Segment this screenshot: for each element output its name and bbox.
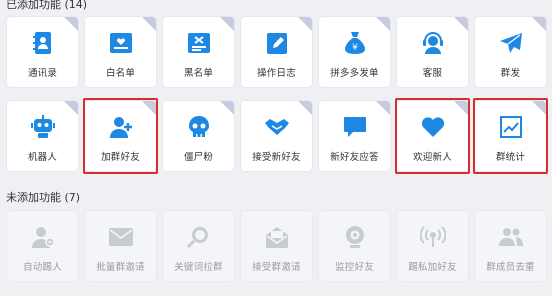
tile-label: 加群好友	[101, 152, 140, 163]
tile-label: 群成员去重	[486, 262, 535, 273]
tile-auto-kick[interactable]: 自动踢人	[7, 211, 78, 281]
tile-monitor-friends[interactable]: 监控好友	[319, 211, 390, 281]
tile-label: 通讯录	[27, 68, 58, 79]
skull-icon	[163, 114, 234, 140]
added-corner-badge	[64, 101, 78, 115]
tile-label: 踢私加好友	[408, 262, 457, 273]
tile-batch-group-invite[interactable]: 批量群邀请	[85, 211, 156, 281]
robot-icon	[7, 114, 78, 140]
heart-icon	[397, 114, 468, 140]
open-envelope-icon	[241, 224, 312, 250]
added-corner-badge	[220, 101, 234, 115]
added-corner-badge	[64, 17, 78, 31]
not-added-features-grid: 自动踢人 批量群邀请 关键词拉群 接受群邀请 监控好友 踢私加好友 群成员去重	[7, 211, 547, 296]
tile-label: 欢迎新人	[413, 152, 452, 163]
not-added-section-title: 未添加功能 (7)	[6, 191, 81, 204]
tile-label: 黑名单	[183, 68, 214, 79]
tile-label: 拼多多发单	[330, 68, 379, 79]
tile-label: 群统计	[495, 152, 526, 163]
added-corner-badge	[532, 17, 546, 31]
tile-blacklist[interactable]: 黑名单	[163, 17, 234, 87]
added-corner-badge	[376, 17, 390, 31]
webcam-icon	[319, 224, 390, 250]
tile-customer-service[interactable]: 客服	[397, 17, 468, 87]
tile-label: 操作日志	[257, 68, 296, 79]
added-corner-badge	[454, 101, 468, 115]
blacklist-card-icon	[163, 30, 234, 56]
tile-label: 新好友应答	[330, 152, 379, 163]
added-features-grid: 通讯录 白名单 黑名单 操作日志 ¥ 拼多多发单 客服 群发 机器人 加群好友 …	[7, 17, 548, 179]
tile-label: 群发	[500, 68, 521, 79]
tile-label: 关键词拉群	[174, 262, 223, 273]
added-corner-badge	[298, 17, 312, 31]
tile-label: 僵尸粉	[183, 152, 214, 163]
tile-label: 监控好友	[335, 262, 374, 273]
magnifier-icon	[163, 224, 234, 250]
tile-pinduoduo-order[interactable]: ¥ 拼多多发单	[319, 17, 390, 87]
added-corner-badge	[532, 101, 546, 115]
added-corner-badge	[298, 101, 312, 115]
tile-welcome-newcomer[interactable]: 欢迎新人	[395, 98, 470, 174]
envelope-icon	[85, 224, 156, 250]
tile-label: 自动踢人	[23, 262, 62, 273]
tile-label: 白名单	[105, 68, 136, 79]
added-corner-badge	[142, 17, 156, 31]
operation-log-pen-icon	[241, 30, 312, 56]
tile-label: 接受群邀请	[252, 262, 301, 273]
tile-label: 批量群邀请	[96, 262, 145, 273]
tile-robot[interactable]: 机器人	[7, 101, 78, 171]
tile-kick-private-friend[interactable]: 踢私加好友	[397, 211, 468, 281]
added-corner-badge	[376, 101, 390, 115]
broadcast-icon	[397, 224, 468, 250]
customer-service-headset-icon	[397, 30, 468, 56]
handshake-icon	[241, 114, 312, 140]
tile-broadcast[interactable]: 群发	[475, 17, 546, 87]
tile-accept-new-friend[interactable]: 接受新好友	[241, 101, 312, 171]
kick-user-icon	[7, 224, 78, 250]
tile-operation-log[interactable]: 操作日志	[241, 17, 312, 87]
added-corner-badge	[220, 17, 234, 31]
tile-contacts[interactable]: 通讯录	[7, 17, 78, 87]
tile-keyword-pull-group[interactable]: 关键词拉群	[163, 211, 234, 281]
tile-label: 接受新好友	[252, 152, 301, 163]
chat-bubble-icon	[319, 114, 390, 140]
svg-text:¥: ¥	[352, 43, 358, 53]
tile-add-group-friend[interactable]: 加群好友	[83, 98, 158, 174]
paper-plane-icon	[475, 30, 546, 56]
money-bag-icon: ¥	[319, 30, 390, 56]
tile-group-member-dedupe[interactable]: 群成员去重	[475, 211, 546, 281]
whitelist-card-icon	[85, 30, 156, 56]
tile-label: 机器人	[27, 152, 58, 163]
tile-whitelist[interactable]: 白名单	[85, 17, 156, 87]
added-section-title: 已添加功能 (14)	[6, 0, 88, 11]
tile-group-stats[interactable]: 群统计	[473, 98, 548, 174]
tile-zombie-fans[interactable]: 僵尸粉	[163, 101, 234, 171]
added-corner-badge	[142, 101, 156, 115]
chart-icon	[475, 114, 546, 140]
contacts-book-icon	[7, 30, 78, 56]
members-dedupe-icon	[475, 224, 546, 250]
tile-accept-group-invite[interactable]: 接受群邀请	[241, 211, 312, 281]
tile-label: 客服	[422, 68, 443, 79]
tile-new-friend-reply[interactable]: 新好友应答	[319, 101, 390, 171]
add-friend-icon	[85, 114, 156, 140]
added-corner-badge	[454, 17, 468, 31]
